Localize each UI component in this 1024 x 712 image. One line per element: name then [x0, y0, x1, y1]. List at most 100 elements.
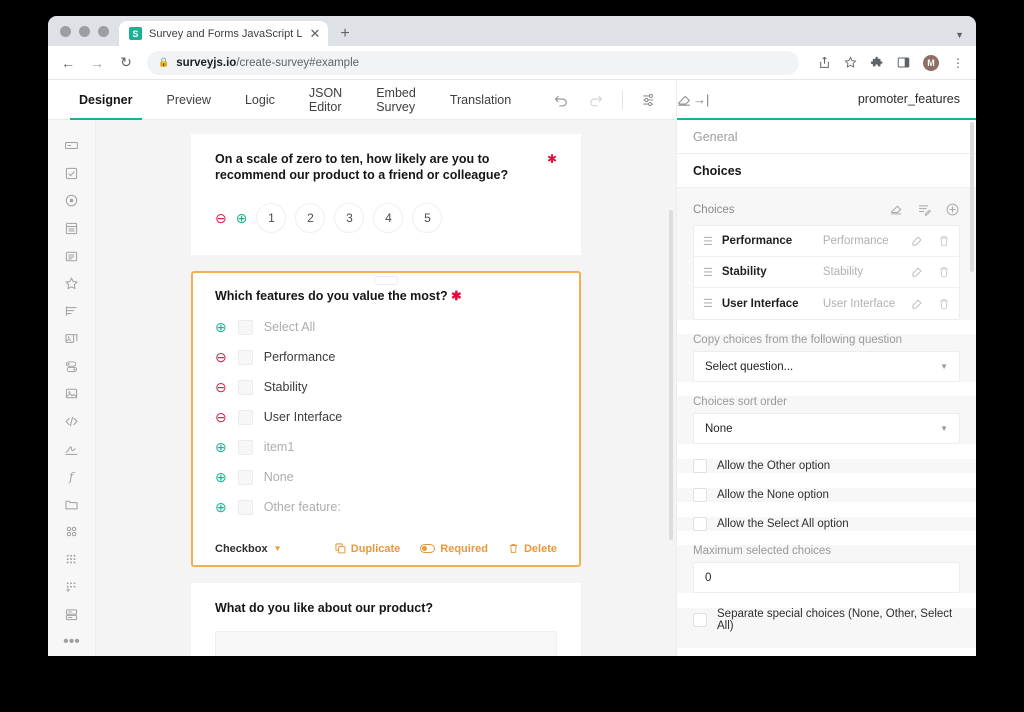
extensions-puzzle-icon[interactable]	[870, 56, 884, 70]
undo-icon[interactable]	[546, 85, 576, 115]
choice-item[interactable]: ⊖ User Interface	[215, 409, 557, 425]
table-row[interactable]: ☰ Performance Performance	[694, 226, 959, 257]
canvas-scrollbar[interactable]	[669, 210, 673, 540]
rating-item[interactable]: 2	[295, 203, 326, 234]
window-controls[interactable]	[56, 16, 119, 46]
choice-item[interactable]: ⊕ Other feature:	[215, 499, 557, 515]
share-icon[interactable]	[818, 56, 831, 69]
remove-circle-icon[interactable]: ⊖	[215, 211, 227, 225]
chevron-down-icon[interactable]: ▼	[955, 30, 964, 40]
choice-text-placeholder[interactable]: Performance	[823, 235, 896, 247]
allow-none-option-row[interactable]: Allow the None option	[677, 488, 976, 502]
question-card-comment[interactable]: What do you like about our product?	[191, 582, 581, 656]
remove-circle-icon[interactable]: ⊖	[215, 410, 227, 424]
bookmark-star-icon[interactable]	[844, 56, 857, 69]
add-circle-icon[interactable]: ⊕	[215, 470, 227, 484]
remove-circle-icon[interactable]: ⊖	[215, 350, 227, 364]
checkbox-icon[interactable]	[693, 488, 707, 502]
survey-settings-icon[interactable]	[635, 85, 665, 115]
add-icon[interactable]	[945, 202, 960, 217]
checkbox-icon[interactable]	[237, 409, 253, 425]
choice-value[interactable]: User Interface	[722, 298, 814, 310]
trash-icon[interactable]	[938, 266, 950, 278]
checkbox-icon[interactable]	[237, 469, 253, 485]
matrix-dropdown-icon[interactable]	[58, 546, 86, 574]
single-input-icon[interactable]	[58, 132, 86, 160]
redo-icon[interactable]	[580, 85, 610, 115]
sort-order-select[interactable]: None ▼	[693, 413, 960, 444]
choice-item[interactable]: ⊕ None	[215, 469, 557, 485]
tab-designer[interactable]: Designer	[62, 80, 150, 120]
table-row[interactable]: ☰ User Interface User Interface	[694, 288, 959, 319]
pencil-icon[interactable]	[911, 235, 923, 247]
checkbox-icon[interactable]	[237, 499, 253, 515]
question-title[interactable]: Which features do you value the most? ✱	[215, 289, 557, 305]
back-icon[interactable]: ←	[60, 55, 76, 71]
choice-item[interactable]: ⊕ Select All	[215, 319, 557, 335]
signature-icon[interactable]	[58, 435, 86, 463]
tab-embed-survey[interactable]: Embed Survey	[359, 80, 433, 120]
matrix-icon[interactable]	[58, 518, 86, 546]
tab-json-editor[interactable]: JSON Editor	[292, 80, 359, 120]
image-picker-icon[interactable]	[58, 325, 86, 353]
design-surface[interactable]: On a scale of zero to ten, how likely ar…	[96, 120, 676, 656]
allow-other-option-row[interactable]: Allow the Other option	[677, 459, 976, 473]
tab-translation[interactable]: Translation	[433, 80, 528, 120]
add-circle-icon[interactable]: ⊕	[215, 440, 227, 454]
rating-item[interactable]: 3	[334, 203, 365, 234]
add-circle-icon[interactable]: ⊕	[215, 500, 227, 514]
expression-icon[interactable]: f	[58, 463, 86, 491]
choice-value[interactable]: Stability	[722, 266, 814, 278]
copy-choices-select[interactable]: Select question... ▼	[693, 351, 960, 382]
question-toolbox[interactable]: f •••	[48, 120, 96, 656]
duplicate-button[interactable]: Duplicate	[335, 543, 400, 555]
panel-icon[interactable]	[58, 601, 86, 629]
drag-handle-icon[interactable]: ☰	[703, 297, 713, 310]
accordion-general[interactable]: General	[677, 120, 976, 154]
choice-item[interactable]: ⊖ Performance	[215, 349, 557, 365]
matrix-dynamic-icon[interactable]	[58, 573, 86, 601]
minimize-window-button[interactable]	[79, 25, 90, 37]
pencil-icon[interactable]	[911, 298, 923, 310]
checkbox-icon[interactable]	[237, 379, 253, 395]
checkbox-icon[interactable]	[237, 439, 253, 455]
browser-tab[interactable]: S Survey and Forms JavaScript L ✕	[119, 21, 329, 46]
comment-icon[interactable]	[58, 242, 86, 270]
address-bar-input[interactable]: 🔒 surveyjs.io/create-survey#example	[147, 50, 799, 75]
table-row[interactable]: ☰ Stability Stability	[694, 257, 959, 288]
question-card-rating[interactable]: On a scale of zero to ten, how likely ar…	[191, 134, 581, 256]
three-dot-menu-icon[interactable]: ⋮	[952, 56, 964, 70]
add-circle-icon[interactable]: ⊕	[236, 211, 248, 225]
max-selected-choices-input[interactable]: 0	[693, 562, 960, 593]
question-card-checkbox-selected[interactable]: Which features do you value the most? ✱ …	[191, 271, 581, 567]
rating-star-icon[interactable]	[58, 270, 86, 298]
dropdown-icon[interactable]	[58, 215, 86, 243]
checkbox-icon[interactable]	[237, 349, 253, 365]
rating-item[interactable]: 5	[412, 203, 443, 234]
maximize-window-button[interactable]	[98, 25, 109, 37]
choice-value[interactable]: Performance	[722, 235, 814, 247]
checkbox-icon[interactable]	[237, 319, 253, 335]
checkbox-icon[interactable]	[693, 459, 707, 473]
accordion-choices[interactable]: Choices	[677, 154, 976, 188]
checkbox-icon[interactable]	[58, 160, 86, 188]
choice-text-placeholder[interactable]: Stability	[823, 266, 896, 278]
rating-item[interactable]: 4	[373, 203, 404, 234]
html-code-icon[interactable]	[58, 408, 86, 436]
question-type-selector[interactable]: Checkbox ▼	[215, 543, 282, 555]
rating-item[interactable]: 1	[256, 203, 287, 234]
property-grid-content[interactable]: General Choices Choices ☰ Performance Pe…	[677, 120, 976, 656]
pencil-icon[interactable]	[911, 266, 923, 278]
new-tab-button[interactable]: +	[340, 26, 349, 42]
boolean-toggle-icon[interactable]	[58, 353, 86, 381]
reload-icon[interactable]: ↻	[118, 54, 134, 71]
choice-item[interactable]: ⊕ item1	[215, 439, 557, 455]
clear-survey-icon[interactable]	[669, 85, 699, 115]
drag-handle-icon[interactable]: ☰	[703, 266, 713, 279]
radiogroup-icon[interactable]	[58, 187, 86, 215]
clear-icon[interactable]	[889, 202, 904, 217]
drag-handle[interactable]	[374, 276, 398, 286]
ranking-icon[interactable]	[58, 297, 86, 325]
bulk-edit-icon[interactable]	[917, 202, 932, 217]
checkbox-icon[interactable]	[693, 613, 707, 627]
